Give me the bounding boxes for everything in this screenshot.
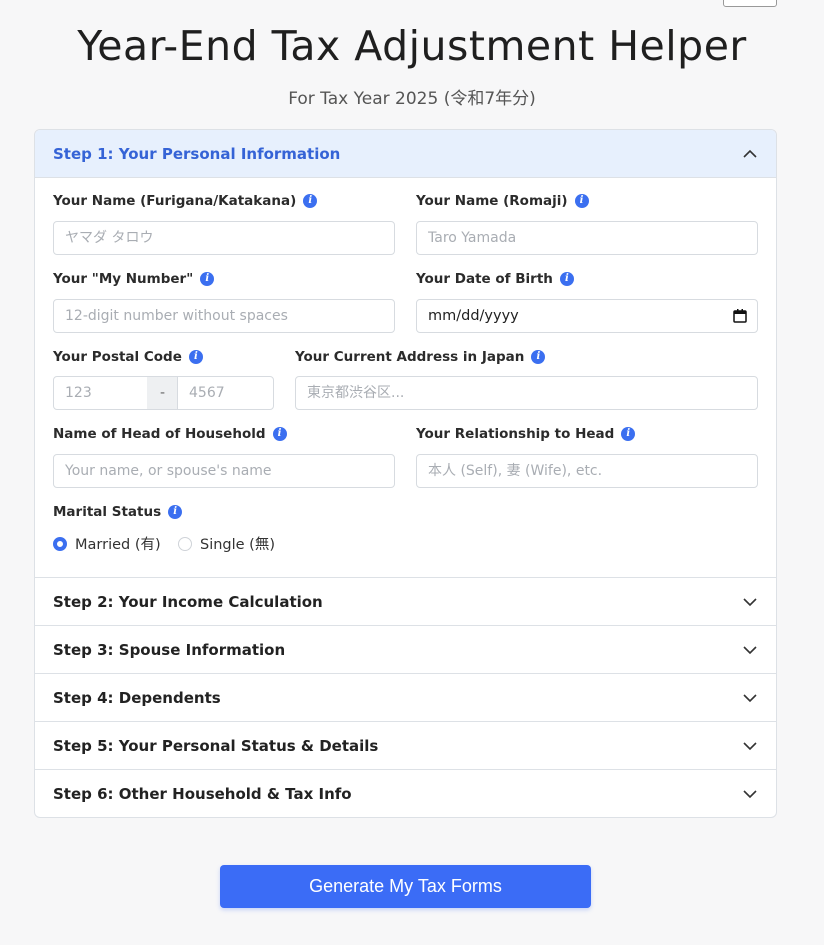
- step-4-label: Step 4: Dependents: [53, 688, 221, 707]
- info-icon[interactable]: i: [272, 427, 287, 441]
- head-label-group: Name of Head of Household i: [53, 425, 287, 443]
- head-input[interactable]: [53, 454, 395, 488]
- relationship-label-group: Your Relationship to Head i: [416, 425, 636, 443]
- address-input[interactable]: [295, 376, 758, 410]
- generate-forms-button[interactable]: Generate My Tax Forms: [220, 865, 591, 908]
- radio-married-dot[interactable]: [53, 536, 67, 551]
- dob-label: Your Date of Birth: [416, 271, 553, 287]
- info-icon[interactable]: i: [531, 350, 546, 364]
- step-6-label: Step 6: Other Household & Tax Info: [53, 784, 352, 803]
- radio-married[interactable]: Married (有): [53, 533, 161, 554]
- furigana-input[interactable]: [53, 221, 395, 255]
- my-number-label: Your "My Number": [53, 271, 194, 287]
- page-title: Year-End Tax Adjustment Helper: [77, 22, 747, 70]
- postal-first-input[interactable]: [53, 376, 148, 410]
- radio-single[interactable]: Single (無): [178, 533, 275, 554]
- top-corner-button[interactable]: [723, 0, 777, 7]
- step-3-label: Step 3: Spouse Information: [53, 640, 286, 659]
- steps-accordion: Step 1: Your Personal Information Your N…: [34, 129, 777, 818]
- calendar-icon[interactable]: [733, 309, 747, 323]
- info-icon[interactable]: i: [200, 272, 215, 286]
- my-number-label-group: Your "My Number" i: [53, 270, 215, 288]
- chevron-down-icon: [743, 597, 757, 606]
- postal-second-input[interactable]: [177, 376, 274, 410]
- address-label-group: Your Current Address in Japan i: [295, 348, 546, 366]
- step-5-header[interactable]: Step 5: Your Personal Status & Details: [35, 721, 776, 769]
- postal-label-group: Your Postal Code i: [53, 348, 203, 366]
- step-5-label: Step 5: Your Personal Status & Details: [53, 736, 379, 755]
- dob-input[interactable]: mm/dd/yyyy: [416, 299, 758, 333]
- romaji-label-group: Your Name (Romaji) i: [416, 192, 589, 210]
- romaji-input[interactable]: [416, 221, 758, 255]
- step-3-header[interactable]: Step 3: Spouse Information: [35, 625, 776, 673]
- info-icon[interactable]: i: [574, 194, 589, 208]
- postal-separator: -: [147, 376, 178, 410]
- radio-single-dot[interactable]: [178, 536, 192, 551]
- step-4-header[interactable]: Step 4: Dependents: [35, 673, 776, 721]
- page-subtitle: For Tax Year 2025 (令和7年分): [288, 89, 536, 109]
- relationship-input[interactable]: [416, 454, 758, 488]
- dob-value: mm/dd/yyyy: [428, 308, 519, 324]
- info-icon[interactable]: i: [303, 194, 318, 208]
- relationship-label: Your Relationship to Head: [416, 426, 615, 442]
- head-label: Name of Head of Household: [53, 426, 266, 442]
- address-label: Your Current Address in Japan: [295, 349, 525, 365]
- marital-label: Marital Status: [53, 504, 162, 520]
- step-2-header[interactable]: Step 2: Your Income Calculation: [35, 577, 776, 625]
- step-1-panel: Your Name (Furigana/Katakana) i Your Name…: [35, 178, 776, 577]
- marital-label-group: Marital Status i: [53, 503, 183, 521]
- chevron-down-icon: [743, 789, 757, 798]
- radio-married-label: Married (有): [75, 537, 161, 553]
- postal-label: Your Postal Code: [53, 349, 182, 365]
- radio-single-label: Single (無): [200, 537, 275, 553]
- step-1-header[interactable]: Step 1: Your Personal Information: [35, 130, 776, 178]
- chevron-down-icon: [743, 741, 757, 750]
- info-icon[interactable]: i: [188, 350, 203, 364]
- dob-label-group: Your Date of Birth i: [416, 270, 574, 288]
- chevron-up-icon: [743, 149, 757, 158]
- furigana-label: Your Name (Furigana/Katakana): [53, 193, 297, 209]
- my-number-input[interactable]: [53, 299, 395, 333]
- info-icon[interactable]: i: [559, 272, 574, 286]
- step-6-header[interactable]: Step 6: Other Household & Tax Info: [35, 769, 776, 817]
- step-1-label: Step 1: Your Personal Information: [53, 144, 341, 163]
- info-icon[interactable]: i: [168, 505, 183, 519]
- furigana-label-group: Your Name (Furigana/Katakana) i: [53, 192, 318, 210]
- chevron-down-icon: [743, 693, 757, 702]
- romaji-label: Your Name (Romaji): [416, 193, 568, 209]
- info-icon[interactable]: i: [621, 427, 636, 441]
- chevron-down-icon: [743, 645, 757, 654]
- step-2-label: Step 2: Your Income Calculation: [53, 592, 323, 611]
